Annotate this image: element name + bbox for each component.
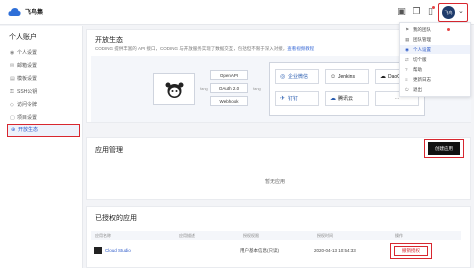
menu-item-label: 帮助 [413,67,422,72]
api-openapi: OpenAPI [210,70,248,80]
menu-item-changelog[interactable]: ≡ 更新日志 [400,75,470,84]
link-label-right: fang [253,86,261,91]
sidebar-item-ecosystem[interactable]: ⊕ 开放生态 [7,124,80,137]
empty-apps-text: 暂无应用 [265,179,286,185]
coding-mascot-icon [165,82,184,98]
video-tutorial-link[interactable]: 查看视频教程 [287,46,314,51]
copy-icon[interactable]: ❐ [411,6,422,17]
menu-item-logout[interactable]: ⏻ 退出 [400,85,470,94]
brand-name[interactable]: 飞鸟集 [25,7,43,16]
notification-dot [447,28,450,31]
api-webhook: Webhook [210,96,248,106]
app-name-link[interactable]: Cloud Studio [105,248,131,253]
integration-label: 企业微信 [288,74,309,80]
integration-label: 腾讯云 [338,96,354,102]
key-icon: ⚿ [10,89,14,95]
switch-icon: ⇄ [405,57,409,62]
notification-icon[interactable]: ▯ [425,6,436,17]
tencent-cloud-icon: ☁ [330,96,336,102]
cloud-logo-icon[interactable] [8,7,21,17]
project-icon: ▢ [10,115,15,121]
column-header: 授权时间 [317,233,333,238]
menu-item-team-manage[interactable]: ▦ 团队管理 [400,35,470,44]
manage-icon: ▦ [405,37,410,42]
menu-item-label: 团队管理 [413,37,431,42]
sidebar-item-project[interactable]: ▢ 项目设置 [10,113,78,124]
ecosystem-desc-text: CODING 提供丰富的 API 接口，CODING 与开放服务实现了数据交互，… [95,46,288,51]
integration-label: 钉钉 [288,96,299,102]
menu-item-label: 更新日志 [413,77,431,82]
column-header: 应用描述 [179,233,195,238]
sidebar-item-personal-settings[interactable]: ◉ 个人设置 [10,48,78,59]
sidebar-item-template[interactable]: ▤ 模板设置 [10,74,78,85]
user-icon: ◉ [10,50,15,56]
jenkins-icon: ☺ [330,74,337,80]
notification-dot [432,6,435,9]
logout-icon: ⏻ [405,87,409,92]
sidebar-title: 个人账户 [9,34,37,41]
app-scope: 用户基本信息(只读) [240,248,279,253]
integration-dingtalk[interactable]: ✈ 钉钉 [275,91,319,106]
menu-item-switch[interactable]: ⇄ 切个版 [400,55,470,64]
daocloud-icon: ☁ [380,74,386,80]
sidebar-item-token[interactable]: ◇ 访问令牌 [10,100,78,111]
column-header: 授权权限 [243,233,259,238]
avatar-menu-trigger[interactable]: 飞鸟 ⌄ [438,3,468,22]
sidebar-item-label: 访问令牌 [17,102,38,108]
create-app-button[interactable]: 创建应用 [428,142,460,155]
integration-label: Jenkins [338,74,355,80]
table-header: 应用名称 应用描述 授权权限 授权时间 操作 [91,231,461,240]
app-management-card: 应用管理 暂无应用 [86,137,471,200]
team-icon: ⚑ [405,27,410,32]
settings-icon: ◉ [405,47,409,52]
help-icon: ? [405,67,408,72]
avatar[interactable]: 飞鸟 [442,6,455,19]
menu-item-personal-settings[interactable]: ◉ 个人设置 [400,45,470,54]
integration-tencent-cloud[interactable]: ☁ 腾讯云 [325,91,369,106]
ecosystem-description: CODING 提供丰富的 API 接口，CODING 与开放服务实现了数据交互，… [95,46,314,52]
desktop-icon[interactable]: ▣ [396,6,407,17]
dingtalk-icon: ✈ [280,96,286,102]
column-header: 操作 [395,233,403,238]
chevron-down-icon: ⌄ [458,8,464,15]
revoke-authorization-button[interactable]: 撤销授权 [394,246,428,256]
ecosystem-title: 开放生态 [95,37,123,44]
changelog-icon: ≡ [405,77,408,82]
authorized-apps-title: 已授权的应用 [95,215,137,222]
sidebar-item-label: 开放生态 [18,127,39,133]
mail-icon: ✉ [10,63,15,69]
api-oauth: OAuth 2.0 [210,83,248,93]
ecosystem-icon: ⊕ [11,127,16,133]
menu-item-my-team[interactable]: ⚑ 我的团队 [400,25,470,34]
token-icon: ◇ [10,102,14,108]
menu-item-label: 个人设置 [413,47,431,52]
sidebar-item-label: 模板设置 [17,76,38,82]
coding-mascot-box [153,73,195,105]
menu-item-help[interactable]: ? 帮助 [400,65,470,74]
sidebar-item-label: 个人设置 [17,50,38,56]
menu-item-label: 我的团队 [413,27,431,32]
sidebar-item-email[interactable]: ✉ 邮箱设置 [10,61,78,72]
avatar-dropdown-menu: ⚑ 我的团队 ▦ 团队管理 ◉ 个人设置 ⇄ 切个版 ? 帮助 ≡ 更新日志 ⏻ 退出 [399,22,471,97]
menu-item-label: 退出 [413,87,422,92]
template-icon: ▤ [10,76,15,82]
sidebar: 个人账户 ◉ 个人设置 ✉ 邮箱设置 ▤ 模板设置 ⚿ SSH公钥 ◇ 访问令牌 ▢ 项目设… [0,26,83,268]
sidebar-item-label: 项目设置 [17,115,38,121]
integration-jenkins[interactable]: ☺ Jenkins [325,69,369,84]
wecom-icon: ◎ [280,74,286,80]
app-management-title: 应用管理 [95,147,123,154]
column-header: 应用名称 [95,233,111,238]
integration-wecom[interactable]: ◎ 企业微信 [275,69,319,84]
link-label-left: fang [200,86,208,91]
sidebar-item-label: SSH公钥 [17,89,38,95]
sidebar-item-label: 邮箱设置 [17,63,38,69]
menu-item-label: 切个版 [413,57,427,62]
cloud-studio-icon [94,247,102,254]
app-auth-time: 2020-04-13 10:54:33 [314,248,356,253]
sidebar-item-ssh[interactable]: ⚿ SSH公钥 [10,87,78,98]
